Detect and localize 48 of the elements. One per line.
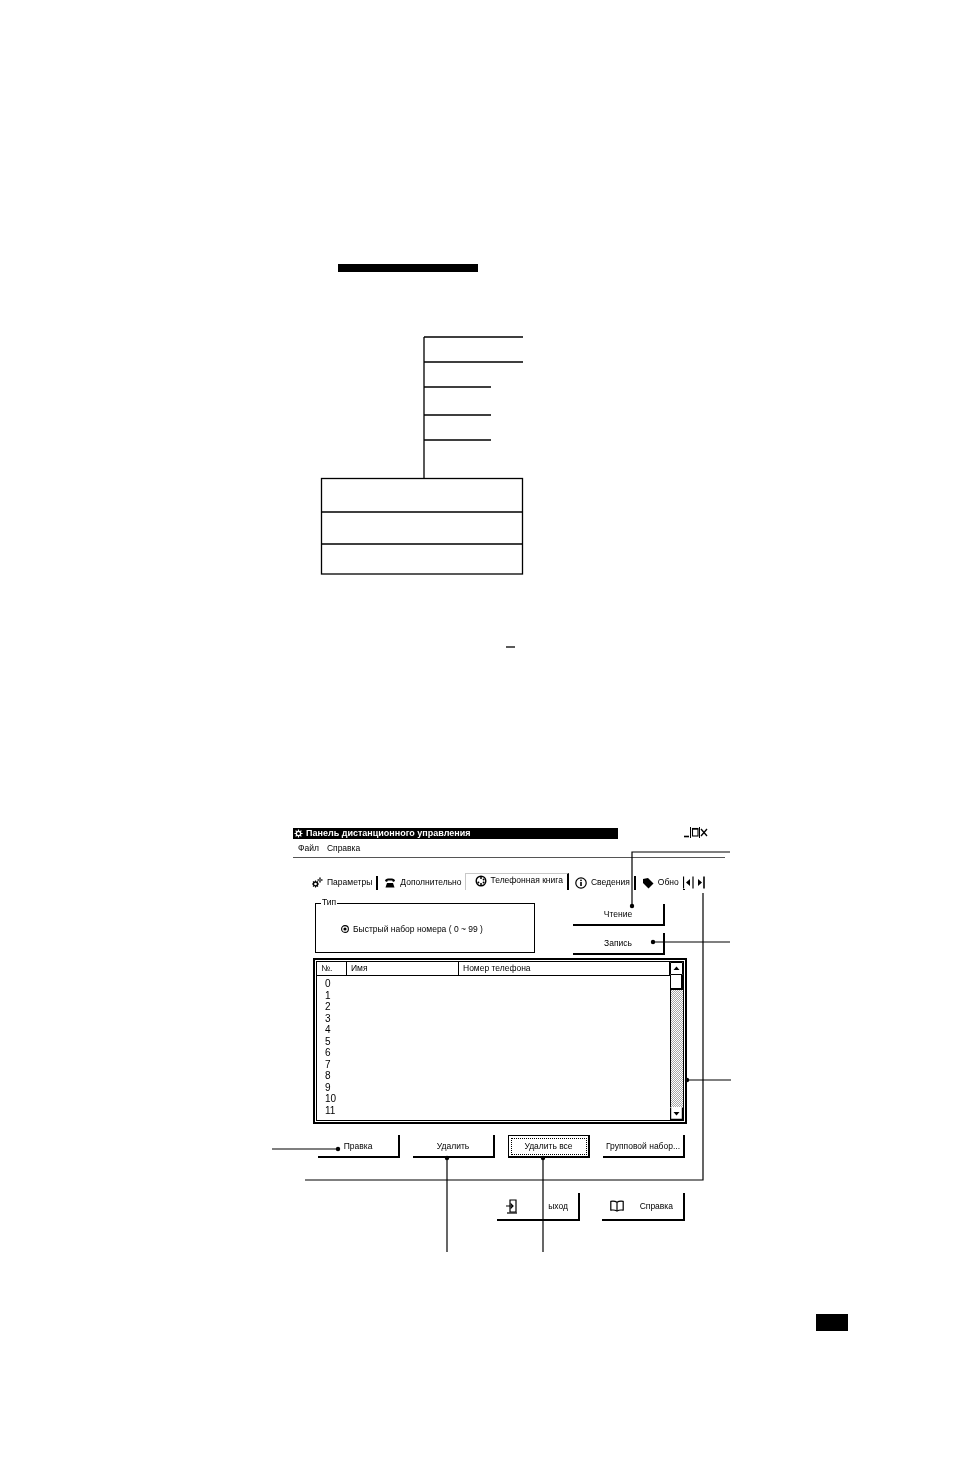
tag-icon	[641, 876, 654, 889]
column-header[interactable]: №.	[317, 962, 347, 975]
column-header[interactable]: Номер телефона	[459, 962, 670, 975]
row-number: 8	[325, 1070, 331, 1082]
row-number: 7	[325, 1058, 331, 1070]
dial-icon	[474, 874, 487, 887]
dash-mark	[505, 646, 516, 648]
row-number: 10	[325, 1093, 337, 1105]
row-number: 9	[325, 1081, 331, 1093]
row-number: 2	[325, 1001, 331, 1013]
close-icon[interactable]	[700, 826, 708, 838]
delete-all-button[interactable]: Удалить все	[508, 1135, 590, 1158]
scrollbar[interactable]	[670, 962, 683, 1120]
info-icon	[574, 876, 587, 889]
page-marker-block	[816, 1314, 848, 1331]
row-number: 0	[325, 978, 331, 990]
write-button[interactable]: Запись	[573, 933, 665, 955]
row-number: 6	[325, 1047, 331, 1059]
row-number: 4	[325, 1024, 331, 1036]
row-number: 11	[325, 1104, 336, 1116]
row-number: 5	[325, 1035, 331, 1047]
menu-item[interactable]: Файл	[298, 843, 319, 854]
scroll-thumb[interactable]	[671, 975, 683, 990]
row-number: 3	[325, 1012, 331, 1024]
column-header[interactable]: Имя	[347, 962, 459, 975]
read-button[interactable]: Чтение	[573, 904, 665, 926]
row-number: 1	[325, 989, 331, 1001]
telephone-icon	[384, 876, 397, 889]
edit-button[interactable]: Правка	[318, 1135, 400, 1158]
left-arrow-icon[interactable]	[682, 876, 694, 889]
gear-icon	[294, 829, 303, 838]
book-icon	[610, 1200, 624, 1212]
group-dial-button[interactable]: Групповой набор...	[603, 1135, 685, 1158]
menu-item[interactable]: Справка	[326, 843, 361, 854]
window-title: Панель дистанционного управления	[306, 828, 471, 839]
group-label: Тип	[321, 897, 338, 908]
tab[interactable]: Телефонная книга	[464, 873, 569, 890]
delete-button[interactable]: Удалить	[413, 1135, 495, 1158]
exit-door-icon	[505, 1198, 518, 1214]
gears-icon	[311, 876, 323, 889]
exit-button[interactable]: ыход	[497, 1193, 580, 1221]
radio-button[interactable]	[341, 925, 349, 933]
help-button[interactable]: Справка	[602, 1193, 685, 1221]
option-label: Быстрый набор номера ( 0 ~ 99 )	[353, 924, 483, 934]
phone-list[interactable]: №. Имя Номер телефона 0 1 2 3 4 5 6 7 8 9 10 11	[313, 958, 687, 1124]
down-arrow-icon[interactable]	[670, 1107, 683, 1120]
maximize-icon[interactable]	[691, 826, 700, 838]
minimize-icon[interactable]	[683, 826, 691, 838]
